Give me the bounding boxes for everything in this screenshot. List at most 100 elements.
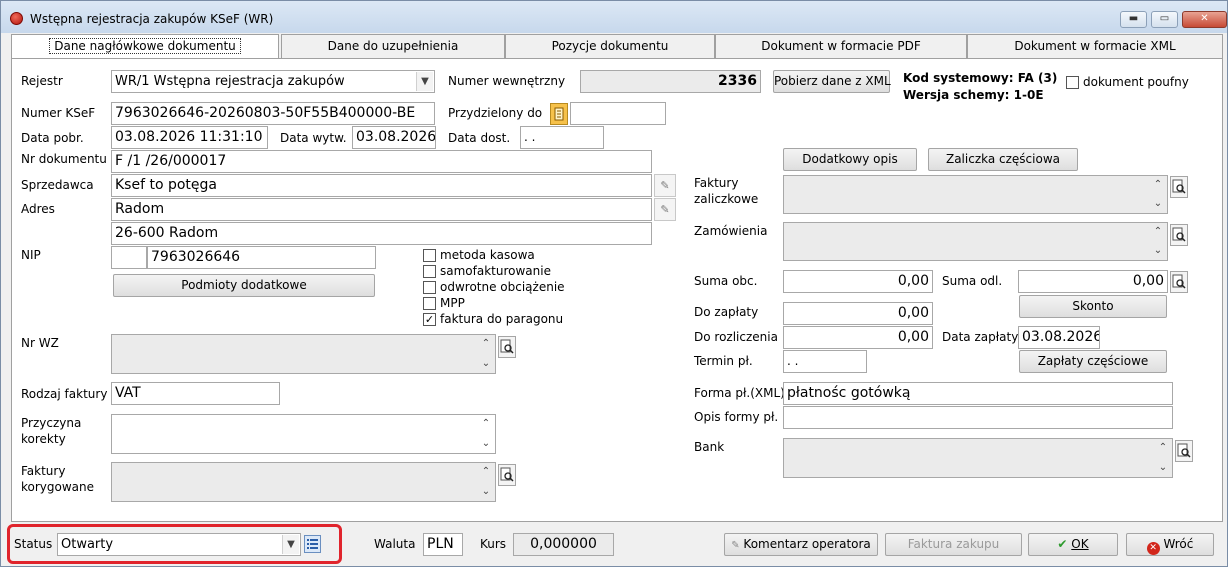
numer-wewnetrzny-field[interactable]: 2336: [580, 70, 761, 93]
forma-pl-field[interactable]: płatnośc gotówką: [783, 382, 1173, 405]
chevron-up-icon[interactable]: ⌃: [479, 337, 493, 351]
wroc-button[interactable]: ✕ Wróć: [1126, 533, 1214, 556]
przyczyna-korekty-memo[interactable]: ⌃ ⌄: [111, 414, 496, 454]
app-window: Wstępna rejestracja zakupów KSeF (WR) ▬ …: [0, 0, 1228, 567]
tab-label: Dokument w formacie XML: [1014, 39, 1176, 53]
nip-prefix-field[interactable]: [111, 246, 147, 269]
mpp-checkbox[interactable]: [423, 297, 436, 310]
sprzedawca-field[interactable]: Ksef to potęga: [111, 174, 652, 197]
pobierz-dane-xml-button[interactable]: Pobierz dane z XML: [773, 70, 891, 93]
magnifier-icon[interactable]: [498, 336, 516, 358]
tab-dane-naglowkowe[interactable]: Dane nagłówkowe dokumentu: [11, 34, 279, 59]
do-zaplaty-field[interactable]: 0,00: [783, 302, 933, 325]
chevron-up-icon[interactable]: ⌃: [479, 465, 493, 479]
document-header-panel: Rejestr WR/1 Wstępna rejestracja zakupów…: [11, 58, 1223, 522]
odwrotne-obciazenie-checkbox[interactable]: [423, 281, 436, 294]
data-pobr-field[interactable]: 03.08.2026 11:31:10: [111, 126, 268, 149]
bottom-bar: Status Otwarty ▼ Waluta PLN Kurs 0,00000…: [1, 523, 1227, 567]
faktury-zaliczkowe-memo[interactable]: ⌃ ⌄: [783, 175, 1168, 214]
chevron-down-icon[interactable]: ▼: [282, 535, 299, 554]
rodzaj-faktury-field[interactable]: VAT: [111, 382, 280, 405]
memo-scrollbar[interactable]: ⌃ ⌄: [1156, 441, 1170, 477]
metoda-kasowa-checkbox[interactable]: [423, 249, 436, 262]
nr-wz-memo[interactable]: ⌃ ⌄: [111, 334, 496, 374]
nip-field[interactable]: 7963026646: [147, 246, 376, 269]
data-zaplaty-field[interactable]: 03.08.2026: [1018, 326, 1100, 349]
waluta-field[interactable]: PLN: [423, 533, 463, 556]
memo-scrollbar[interactable]: ⌃ ⌄: [479, 417, 493, 453]
tab-strip: Dane nagłówkowe dokumentu Dane do uzupeł…: [11, 34, 1223, 59]
window-title: Wstępna rejestracja zakupów KSeF (WR): [30, 12, 274, 26]
suma-obc-field[interactable]: 0,00: [783, 270, 933, 293]
list-icon[interactable]: [304, 535, 321, 553]
chevron-down-icon[interactable]: ⌄: [479, 485, 493, 499]
chevron-down-icon[interactable]: ⌄: [1151, 197, 1165, 211]
minimize-button[interactable]: ▬: [1120, 11, 1147, 28]
numer-ksef-field[interactable]: 7963026646-20260803-50F55B400000-BE: [111, 102, 435, 125]
podmioty-dodatkowe-button[interactable]: Podmioty dodatkowe: [113, 274, 375, 297]
tab-dokument-xml[interactable]: Dokument w formacie XML: [967, 34, 1223, 58]
suma-odl-field[interactable]: 0,00: [1018, 270, 1168, 293]
magnifier-icon[interactable]: [1170, 224, 1188, 246]
kurs-field[interactable]: 0,000000: [513, 533, 614, 556]
samofakturowanie-checkbox[interactable]: [423, 265, 436, 278]
tab-dokument-pdf[interactable]: Dokument w formacie PDF: [715, 34, 967, 58]
rejestr-select[interactable]: WR/1 Wstępna rejestracja zakupów ▼: [111, 70, 435, 93]
chevron-down-icon[interactable]: ⌄: [1156, 461, 1170, 475]
skonto-button[interactable]: Skonto: [1019, 295, 1167, 318]
memo-scrollbar[interactable]: ⌃ ⌄: [1151, 178, 1165, 213]
magnifier-icon[interactable]: [1175, 440, 1193, 462]
magnifier-icon[interactable]: [498, 464, 516, 486]
chevron-up-icon[interactable]: ⌃: [1156, 441, 1170, 455]
tab-dane-do-uzupelnienia[interactable]: Dane do uzupełnienia: [281, 34, 505, 58]
opis-formy-field[interactable]: [783, 406, 1173, 429]
przydzielony-do-field[interactable]: [570, 102, 666, 125]
dokument-poufny-checkbox[interactable]: [1066, 76, 1079, 89]
user-picker-icon[interactable]: [550, 103, 568, 125]
memo-scrollbar[interactable]: ⌃ ⌄: [1151, 225, 1165, 260]
suma-obc-label: Suma obc.: [694, 274, 758, 288]
chevron-up-icon[interactable]: ⌃: [479, 417, 493, 431]
dodatkowy-opis-button[interactable]: Dodatkowy opis: [783, 148, 917, 171]
edit-pencil-icon[interactable]: ✎: [654, 198, 676, 221]
memo-scrollbar[interactable]: ⌃ ⌄: [479, 465, 493, 501]
nr-dokumentu-field[interactable]: F /1 /26/000017: [111, 150, 652, 173]
magnifier-icon[interactable]: [1170, 176, 1188, 198]
faktura-do-paragonu-label: faktura do paragonu: [440, 312, 564, 326]
data-wytw-field[interactable]: 03.08.2026: [352, 126, 436, 149]
chevron-down-icon[interactable]: ⌄: [479, 357, 493, 371]
memo-scrollbar[interactable]: ⌃ ⌄: [479, 337, 493, 373]
wersja-schemy: Wersja schemy: 1-0E: [903, 88, 1044, 102]
zaplaty-czesciowe-button[interactable]: Zapłaty częściowe: [1019, 350, 1167, 373]
faktura-do-paragonu-checkbox[interactable]: ✓: [423, 313, 436, 326]
opis-formy-label: Opis formy pł.: [694, 410, 779, 424]
komentarz-operatora-label: Komentarz operatora: [743, 537, 871, 551]
zamowienia-memo[interactable]: ⌃ ⌄: [783, 222, 1168, 261]
forma-pl-label: Forma pł.(XML): [694, 386, 785, 400]
chevron-down-icon[interactable]: ▼: [416, 72, 433, 91]
do-rozliczenia-field[interactable]: 0,00: [783, 326, 933, 349]
komentarz-operatora-button[interactable]: ✎ Komentarz operatora: [724, 533, 878, 556]
tab-pozycje-dokumentu[interactable]: Pozycje dokumentu: [505, 34, 715, 58]
edit-pencil-icon[interactable]: ✎: [654, 174, 676, 197]
maximize-button[interactable]: ▭: [1151, 11, 1178, 28]
data-dost-field[interactable]: . .: [520, 126, 604, 149]
bank-label: Bank: [694, 440, 725, 454]
zaliczka-czesciowa-button[interactable]: Zaliczka częściowa: [928, 148, 1078, 171]
faktury-korygowane-memo[interactable]: ⌃ ⌄: [111, 462, 496, 502]
adres-line1-field[interactable]: Radom: [111, 198, 652, 221]
samofakturowanie-label: samofakturowanie: [440, 264, 551, 278]
close-button[interactable]: ✕: [1182, 11, 1227, 28]
faktura-zakupu-button[interactable]: Faktura zakupu: [885, 533, 1022, 556]
adres-line2-field[interactable]: 26-600 Radom: [111, 222, 652, 245]
bank-memo[interactable]: ⌃ ⌄: [783, 438, 1173, 478]
status-select[interactable]: Otwarty ▼: [57, 533, 301, 556]
chevron-down-icon[interactable]: ⌄: [1151, 244, 1165, 258]
chevron-up-icon[interactable]: ⌃: [1151, 178, 1165, 192]
magnifier-icon[interactable]: [1170, 271, 1188, 293]
termin-pl-field[interactable]: . .: [783, 350, 867, 373]
ok-button[interactable]: ✔ OK: [1028, 533, 1118, 556]
rejestr-value: WR/1 Wstępna rejestracja zakupów: [115, 74, 345, 89]
chevron-down-icon[interactable]: ⌄: [479, 437, 493, 451]
chevron-up-icon[interactable]: ⌃: [1151, 225, 1165, 239]
